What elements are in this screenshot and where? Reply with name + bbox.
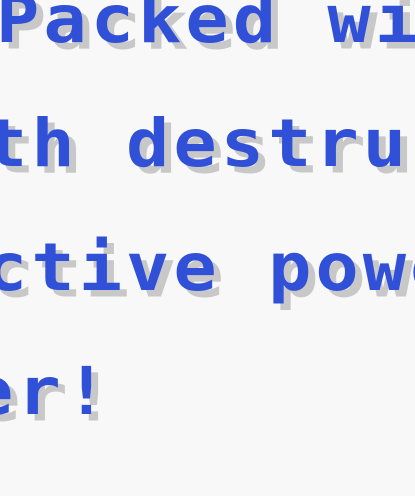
game-dialog-screen: Packed wi th destruc ctive powe er! (0, 0, 415, 496)
dialog-line-2: th destruc (0, 104, 415, 182)
dialog-line-3: ctive powe (0, 228, 415, 306)
dialog-line-4: er! (0, 352, 113, 430)
dialog-line-1: Packed wi (0, 0, 415, 58)
